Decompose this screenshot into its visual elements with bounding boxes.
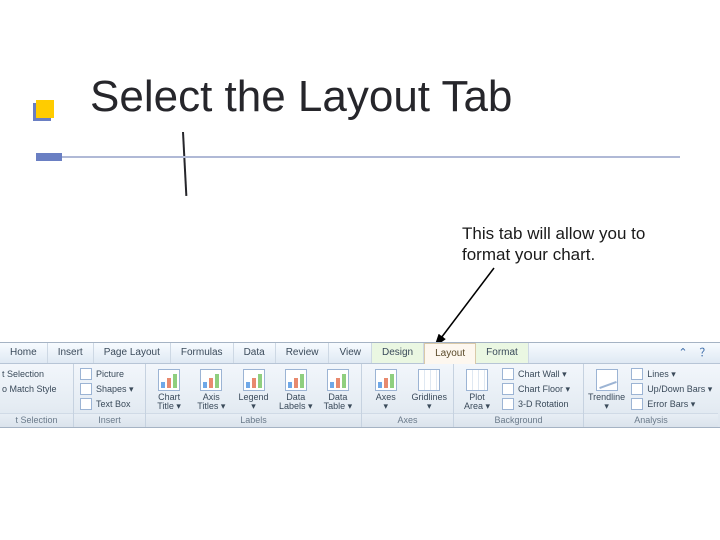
tab-formulas[interactable]: Formulas: [171, 343, 234, 363]
insert-shapes-button[interactable]: Shapes ▾: [78, 382, 136, 396]
legend-label: Legend ▾: [238, 393, 268, 412]
updown-bars-button[interactable]: Up/Down Bars ▾: [629, 382, 714, 396]
title-bullet-icon: [36, 100, 54, 118]
plot-area-label: Plot Area ▾: [464, 393, 490, 412]
plot-area-button[interactable]: Plot Area ▾: [458, 367, 496, 413]
data-table-label: Data Table ▾: [324, 393, 353, 412]
group-label-labels: Labels: [146, 413, 361, 427]
ribbon-help-icon[interactable]: ？: [698, 346, 712, 360]
error-bars-label: Error Bars ▾: [647, 399, 695, 410]
tab-insert[interactable]: Insert: [48, 343, 94, 363]
excel-ribbon: Home Insert Page Layout Formulas Data Re…: [0, 342, 720, 428]
chart-floor-button[interactable]: Chart Floor ▾: [500, 382, 572, 396]
insert-textbox-label: Text Box: [96, 399, 131, 409]
trendline-button[interactable]: Trendline ▾: [588, 367, 625, 413]
plot-area-icon: [466, 369, 488, 391]
format-selection-label: t Selection: [2, 369, 44, 379]
slide-title: Select the Layout Tab: [90, 72, 512, 122]
ribbon-minimize-icon[interactable]: ⌃: [676, 346, 690, 360]
updown-bars-label: Up/Down Bars ▾: [647, 384, 712, 395]
lines-button[interactable]: Lines ▾: [629, 367, 714, 381]
group-label-selection: t Selection: [0, 413, 73, 427]
group-insert: Picture Shapes ▾ Text Box Insert: [74, 364, 146, 427]
insert-picture-label: Picture: [96, 369, 124, 379]
data-table-icon: [327, 369, 349, 391]
reset-to-match-style-label: o Match Style: [2, 384, 57, 394]
error-bars-button[interactable]: Error Bars ▾: [629, 397, 714, 411]
slide-title-text: Select the Layout Tab: [90, 72, 512, 121]
gridlines-button[interactable]: Gridlines ▾: [410, 367, 450, 413]
group-label-background: Background: [454, 413, 583, 427]
title-underline: [36, 156, 680, 158]
textbox-icon: [80, 398, 92, 410]
format-selection-button[interactable]: t Selection: [0, 367, 46, 381]
ribbon-title-controls: ⌃ ？: [676, 343, 720, 363]
tab-layout[interactable]: Layout: [424, 343, 476, 365]
chart-title-icon: [158, 369, 180, 391]
data-labels-button[interactable]: Data Labels ▾: [277, 367, 315, 413]
gridlines-label: Gridlines ▾: [411, 393, 447, 412]
picture-icon: [80, 368, 92, 380]
group-current-selection: t Selection o Match Style t Selection: [0, 364, 74, 427]
legend-button[interactable]: Legend ▾: [234, 367, 272, 413]
lines-icon: [631, 368, 643, 380]
trendline-icon: [596, 369, 618, 391]
group-label-analysis: Analysis: [584, 413, 718, 427]
tab-design[interactable]: Design: [372, 343, 424, 363]
insert-shapes-label: Shapes ▾: [96, 384, 134, 395]
tab-format[interactable]: Format: [476, 343, 529, 363]
reset-to-match-style-button[interactable]: o Match Style: [0, 382, 59, 396]
caption-text: This tab will allow you to format your c…: [462, 223, 662, 266]
chart-wall-icon: [502, 368, 514, 380]
group-analysis: Trendline ▾ Lines ▾ Up/Down Bars ▾ Error…: [584, 364, 718, 427]
data-labels-label: Data Labels ▾: [279, 393, 313, 412]
tab-review[interactable]: Review: [276, 343, 330, 363]
chart-wall-button[interactable]: Chart Wall ▾: [500, 367, 572, 381]
chart-floor-label: Chart Floor ▾: [518, 384, 570, 395]
tab-page-layout[interactable]: Page Layout: [94, 343, 171, 363]
ribbon-body: t Selection o Match Style t Selection Pi…: [0, 364, 720, 427]
insert-textbox-button[interactable]: Text Box: [78, 397, 133, 411]
rotation-3d-label: 3-D Rotation: [518, 399, 569, 409]
chart-wall-label: Chart Wall ▾: [518, 369, 567, 380]
axes-button[interactable]: Axes ▾: [366, 367, 406, 413]
trendline-label: Trendline ▾: [588, 393, 625, 412]
group-background: Plot Area ▾ Chart Wall ▾ Chart Floor ▾ 3…: [454, 364, 584, 427]
group-axes: Axes ▾ Gridlines ▾ Axes: [362, 364, 454, 427]
group-label-axes: Axes: [362, 413, 453, 427]
title-descender-line: [182, 132, 187, 196]
data-table-button[interactable]: Data Table ▾: [319, 367, 357, 413]
insert-picture-button[interactable]: Picture: [78, 367, 126, 381]
data-labels-icon: [285, 369, 307, 391]
rotation-3d-button[interactable]: 3-D Rotation: [500, 397, 572, 411]
chart-floor-icon: [502, 383, 514, 395]
axis-titles-icon: [200, 369, 222, 391]
lines-label: Lines ▾: [647, 369, 676, 380]
gridlines-icon: [418, 369, 440, 391]
updown-icon: [631, 383, 643, 395]
group-label-insert: Insert: [74, 413, 145, 427]
tab-home[interactable]: Home: [0, 343, 48, 363]
chart-title-label: Chart Title ▾: [157, 393, 181, 412]
slide-title-block: Select the Layout Tab: [36, 72, 676, 142]
error-bars-icon: [631, 398, 643, 410]
tab-data[interactable]: Data: [234, 343, 276, 363]
chart-title-button[interactable]: Chart Title ▾: [150, 367, 188, 413]
group-labels: Chart Title ▾ Axis Titles ▾ Legend ▾ Dat…: [146, 364, 362, 427]
axes-icon: [375, 369, 397, 391]
rotation-3d-icon: [502, 398, 514, 410]
ribbon-tabs-row: Home Insert Page Layout Formulas Data Re…: [0, 343, 720, 364]
legend-icon: [243, 369, 265, 391]
axis-titles-label: Axis Titles ▾: [197, 393, 225, 412]
axes-label: Axes ▾: [376, 393, 396, 412]
axis-titles-button[interactable]: Axis Titles ▾: [192, 367, 230, 413]
shapes-icon: [80, 383, 92, 395]
tab-view[interactable]: View: [329, 343, 372, 363]
